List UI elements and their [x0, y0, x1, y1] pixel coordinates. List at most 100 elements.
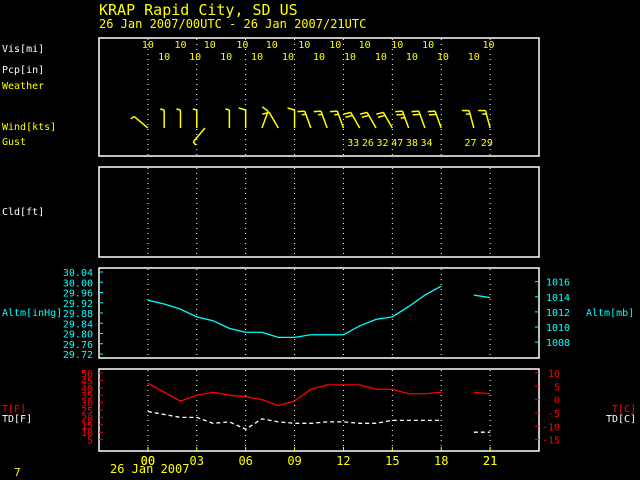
vis-value: 10: [406, 52, 418, 63]
vis-value: 10: [174, 40, 186, 51]
wind-barb-staff: [303, 110, 312, 129]
wind-barb: [411, 110, 426, 129]
gust-value: 32: [377, 138, 389, 149]
vis-value: 10: [375, 52, 387, 63]
wind-barb-flag: [262, 111, 270, 115]
altimeter-panel: [98, 267, 540, 359]
wind-barb-half: [130, 115, 135, 120]
wind-barb-flag: [287, 107, 295, 111]
vis-value: 10: [204, 40, 216, 51]
vis-value: 10: [220, 52, 232, 63]
vis-value: 10: [482, 40, 494, 51]
wind-barb-flag: [345, 114, 353, 118]
temp-c-tick-label: 0: [554, 396, 560, 407]
temperature-line: [147, 382, 442, 407]
vis-value: 10: [189, 52, 201, 63]
wind-barb-staff: [350, 112, 361, 129]
wind-barb-flag: [377, 114, 386, 118]
wind-barb-staff: [434, 110, 442, 129]
wind-barb-staff: [268, 112, 279, 129]
wind-barb: [313, 110, 328, 129]
x-tick-label: 06: [238, 454, 252, 468]
temp-c-tick-label: 5: [554, 382, 560, 393]
altm-mb-tick-label: 1012: [546, 308, 570, 319]
dewp-f-label: TD[F]: [2, 414, 32, 425]
vis-value: 10: [266, 40, 278, 51]
wind-barb: [176, 108, 182, 128]
cloud-panel: [98, 166, 540, 258]
wind-barb-half: [225, 108, 230, 111]
vis-value: 10: [359, 40, 371, 51]
gust-value: 33: [347, 138, 359, 149]
pcp-row-label: Pcp[in]: [2, 65, 44, 76]
wind-barb-half: [192, 141, 197, 146]
wind-barb-flag: [428, 113, 437, 116]
vis-value: 10: [468, 52, 480, 63]
meteogram: KRAP Rapid City, SD US 26 Jan 2007/00UTC…: [2, 1, 636, 479]
wind-barb-flag: [427, 110, 436, 113]
wind-barb: [395, 110, 410, 129]
wind-barb-flag: [396, 113, 404, 116]
weather-row-label: Weather: [2, 81, 44, 92]
vis-value: 10: [158, 52, 170, 63]
altm-mb-tick-label: 1008: [546, 338, 570, 349]
wind-barb-staff: [336, 110, 345, 129]
wind-barb: [427, 110, 442, 129]
grid-layer: [147, 39, 491, 451]
wind-barb: [192, 108, 198, 128]
wind-barb: [329, 110, 345, 129]
wind-barb-flag: [359, 111, 368, 115]
dewp-c-label: TD[C]: [606, 414, 636, 425]
wind-barb-staff: [192, 127, 206, 143]
wind-barb-flag: [238, 107, 246, 111]
vis-value: 10: [313, 52, 325, 63]
vis-row-label: Vis[mi]: [2, 44, 44, 55]
wind-barb-flag: [411, 110, 419, 113]
wind-barb-flag: [329, 110, 338, 113]
wind-barb-flag: [395, 110, 403, 113]
x-tick-label: 03: [190, 454, 204, 468]
altm-mb-tick-label: 1014: [546, 293, 570, 304]
wind-barb-flag: [343, 111, 351, 115]
temp-c-tick-label: -10: [542, 422, 560, 433]
wind-barb-half: [192, 108, 197, 111]
wind-barb: [225, 108, 231, 128]
gust-value: 26: [362, 138, 374, 149]
period-title: 26 Jan 2007/00UTC - 26 Jan 2007/21UTC: [99, 17, 366, 31]
wind-barb: [130, 115, 149, 129]
wind-barb: [238, 107, 247, 128]
temperature-line: [473, 391, 491, 395]
wind-barb: [376, 111, 393, 129]
wind-barb-staff: [366, 112, 377, 129]
altm-mb-tick-label: 1016: [546, 278, 570, 289]
altimeter-mb-label: Altm[mb]: [586, 308, 634, 319]
vis-value: 10: [251, 52, 263, 63]
vis-value: 10: [344, 52, 356, 63]
altimeter-line: [473, 294, 491, 299]
wind-barb: [359, 111, 377, 129]
vis-value: 10: [391, 40, 403, 51]
wind-barb: [297, 110, 312, 129]
wind-barb-staff: [320, 110, 328, 129]
altm-inhg-tick-label: 29.72: [63, 350, 93, 361]
vis-value: 10: [298, 40, 310, 51]
wind-barb: [343, 111, 361, 129]
vis-value: 10: [422, 40, 434, 51]
wind-barb: [261, 106, 269, 129]
wind-barb-half: [176, 108, 181, 111]
temp-c-tick-label: -5: [548, 409, 560, 420]
page-number: 7: [14, 466, 21, 479]
wind-barb-flag: [297, 110, 305, 113]
x-tick-label: 18: [434, 454, 448, 468]
wind-barb-staff: [418, 110, 426, 129]
wind-barb: [478, 109, 491, 129]
wind-row-label: Wind[kts]: [2, 122, 56, 133]
temperature-panel: [98, 368, 540, 452]
vis-value: 10: [282, 52, 294, 63]
altimeter-inhg-label: Altm[inHg]: [2, 308, 62, 319]
x-tick-label: 21: [483, 454, 497, 468]
x-tick-label: 09: [287, 454, 301, 468]
wind-barb-staff: [468, 110, 475, 129]
gust-value: 27: [465, 138, 477, 149]
wind-barb-flag: [361, 114, 369, 118]
